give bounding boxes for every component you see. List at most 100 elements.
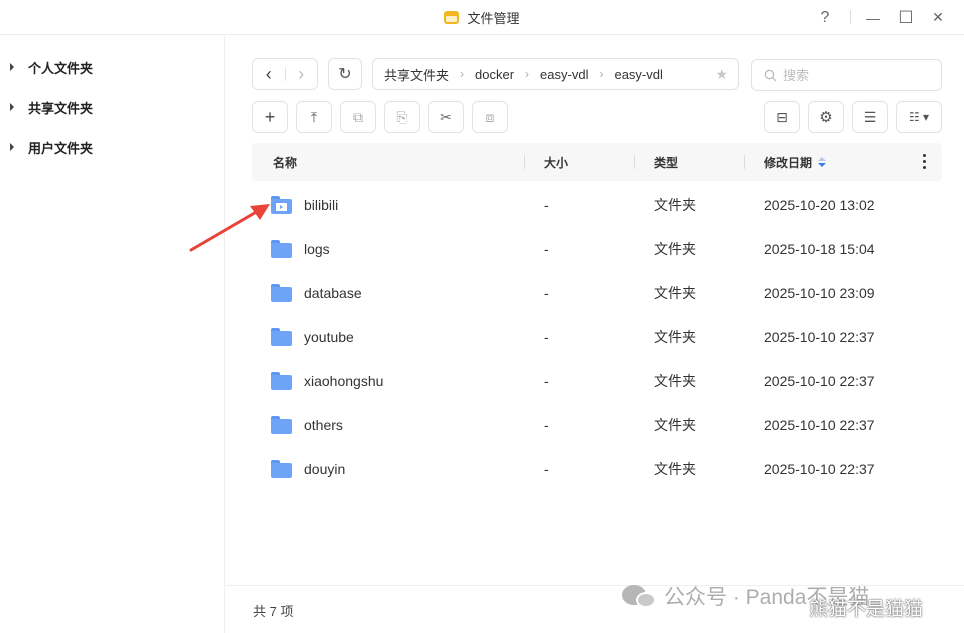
maximize-icon[interactable]: ☐ — [893, 0, 919, 35]
table-header: 名称 大小 类型 修改日期 — [252, 143, 942, 181]
sort-descending-icon — [818, 157, 827, 167]
breadcrumb-item[interactable]: easy-vdl — [614, 67, 662, 82]
title-bar: 文件管理 ? — ☐ ✕ — [0, 0, 964, 35]
sidebar-item-user-folder[interactable]: 用户文件夹 — [10, 137, 93, 157]
file-name: logs — [304, 241, 330, 257]
file-name: bilibili — [304, 197, 339, 213]
column-header-type[interactable]: 类型 — [654, 143, 678, 181]
file-type: 文件夹 — [654, 461, 696, 477]
folder-icon — [271, 284, 292, 302]
title-divider — [850, 10, 851, 24]
breadcrumb-item[interactable]: easy-vdl — [540, 67, 588, 82]
file-type: 文件夹 — [654, 417, 696, 433]
more-options-icon[interactable] — [923, 154, 926, 169]
file-size: - — [544, 285, 549, 301]
annotation-arrow-icon — [189, 204, 270, 252]
table-row[interactable]: logs - 文件夹 2025-10-18 15:04 — [252, 227, 942, 271]
wechat-logo-icon — [622, 583, 656, 609]
sidebar-item-shared-folder[interactable]: 共享文件夹 — [10, 97, 93, 117]
column-divider[interactable] — [634, 155, 635, 169]
file-modified: 2025-10-18 15:04 — [764, 241, 875, 257]
folder-icon — [271, 372, 292, 390]
file-size: - — [544, 373, 549, 389]
chevron-right-icon: › — [599, 67, 604, 81]
properties-button[interactable]: ☰ — [852, 101, 888, 133]
breadcrumb-item[interactable]: 共享文件夹 — [384, 65, 449, 84]
table-row[interactable]: bilibili - 文件夹 2025-10-20 13:02 — [252, 183, 942, 227]
sidebar-item-label: 个人文件夹 — [28, 60, 94, 76]
move-button[interactable]: ⧈ — [472, 101, 508, 133]
file-modified: 2025-10-10 22:37 — [764, 373, 875, 389]
minimize-icon[interactable]: — — [860, 0, 886, 35]
settings-button[interactable]: ⚙ — [808, 101, 844, 133]
file-name: database — [304, 285, 362, 301]
column-header-modified[interactable]: 修改日期 — [764, 143, 827, 181]
sidebar-item-label: 用户文件夹 — [28, 140, 94, 156]
search-icon — [764, 69, 777, 81]
file-type: 文件夹 — [654, 329, 696, 345]
file-name: xiaohongshu — [304, 373, 384, 389]
file-modified: 2025-10-10 22:37 — [764, 417, 875, 433]
item-count: 共 7 项 — [253, 604, 294, 619]
chevron-right-icon: › — [525, 67, 530, 81]
table-row[interactable]: database - 文件夹 2025-10-10 23:09 — [252, 271, 942, 315]
table-row[interactable]: douyin - 文件夹 2025-10-10 22:37 — [252, 447, 942, 491]
file-modified: 2025-10-20 13:02 — [764, 197, 875, 213]
paste-button[interactable]: ⎘ — [384, 101, 420, 133]
sidebar-item-personal-folder[interactable]: 个人文件夹 — [10, 57, 93, 77]
file-size: - — [544, 241, 549, 257]
search-box — [751, 59, 942, 91]
file-size: - — [544, 417, 549, 433]
caret-right-icon — [10, 143, 14, 151]
file-size: - — [544, 197, 549, 213]
table-row[interactable]: youtube - 文件夹 2025-10-10 22:37 — [252, 315, 942, 359]
file-type: 文件夹 — [654, 373, 696, 389]
table-row[interactable]: xiaohongshu - 文件夹 2025-10-10 22:37 — [252, 359, 942, 403]
sidebar-item-label: 共享文件夹 — [28, 100, 94, 116]
forward-button[interactable]: › — [285, 59, 317, 89]
file-name: others — [304, 417, 343, 433]
file-list: bilibili - 文件夹 2025-10-20 13:02 logs - 文… — [252, 183, 942, 491]
close-icon[interactable]: ✕ — [925, 0, 951, 35]
upload-button[interactable]: ⤒ — [296, 101, 332, 133]
file-type: 文件夹 — [654, 241, 696, 257]
refresh-button[interactable]: ↻ — [328, 58, 362, 90]
back-button[interactable]: ‹ — [253, 59, 285, 89]
table-row[interactable]: others - 文件夹 2025-10-10 22:37 — [252, 403, 942, 447]
file-modified: 2025-10-10 22:37 — [764, 461, 875, 477]
briefcase-button[interactable]: ⊟ — [764, 101, 800, 133]
folder-icon — [271, 416, 292, 434]
window-title: 文件管理 — [467, 11, 520, 26]
caret-right-icon — [10, 103, 14, 111]
search-input[interactable] — [783, 67, 923, 83]
column-header-size[interactable]: 大小 — [544, 143, 568, 181]
file-modified: 2025-10-10 22:37 — [764, 329, 875, 345]
column-divider[interactable] — [744, 155, 745, 169]
cut-button[interactable]: ✂ — [428, 101, 464, 133]
chevron-right-icon: › — [460, 67, 465, 81]
file-name: youtube — [304, 329, 354, 345]
folder-icon — [271, 328, 292, 346]
view-mode-button[interactable]: ☷ ▾ — [896, 101, 942, 133]
breadcrumb-item[interactable]: docker — [475, 67, 514, 82]
file-type: 文件夹 — [654, 197, 696, 213]
file-type: 文件夹 — [654, 285, 696, 301]
nav-button-group: ‹ › — [252, 58, 318, 90]
star-icon[interactable]: ★ — [715, 66, 728, 83]
copy-button[interactable]: ⧉ — [340, 101, 376, 133]
file-name: douyin — [304, 461, 346, 477]
folder-icon — [271, 460, 292, 478]
help-icon[interactable]: ? — [812, 0, 838, 35]
file-size: - — [544, 461, 549, 477]
column-divider[interactable] — [524, 155, 525, 169]
file-modified: 2025-10-10 23:09 — [764, 285, 875, 301]
watermark-subtext: 熊猫不是猫猫 — [809, 599, 924, 620]
file-size: - — [544, 329, 549, 345]
breadcrumb: 共享文件夹 › docker › easy-vdl › easy-vdl ★ — [372, 58, 739, 90]
column-header-modified-label: 修改日期 — [764, 155, 813, 170]
new-button[interactable]: + — [252, 101, 288, 133]
caret-right-icon — [10, 63, 14, 71]
sidebar: 个人文件夹 共享文件夹 用户文件夹 — [0, 36, 225, 633]
file-manager-app-icon — [444, 11, 460, 24]
column-header-name[interactable]: 名称 — [273, 143, 297, 181]
